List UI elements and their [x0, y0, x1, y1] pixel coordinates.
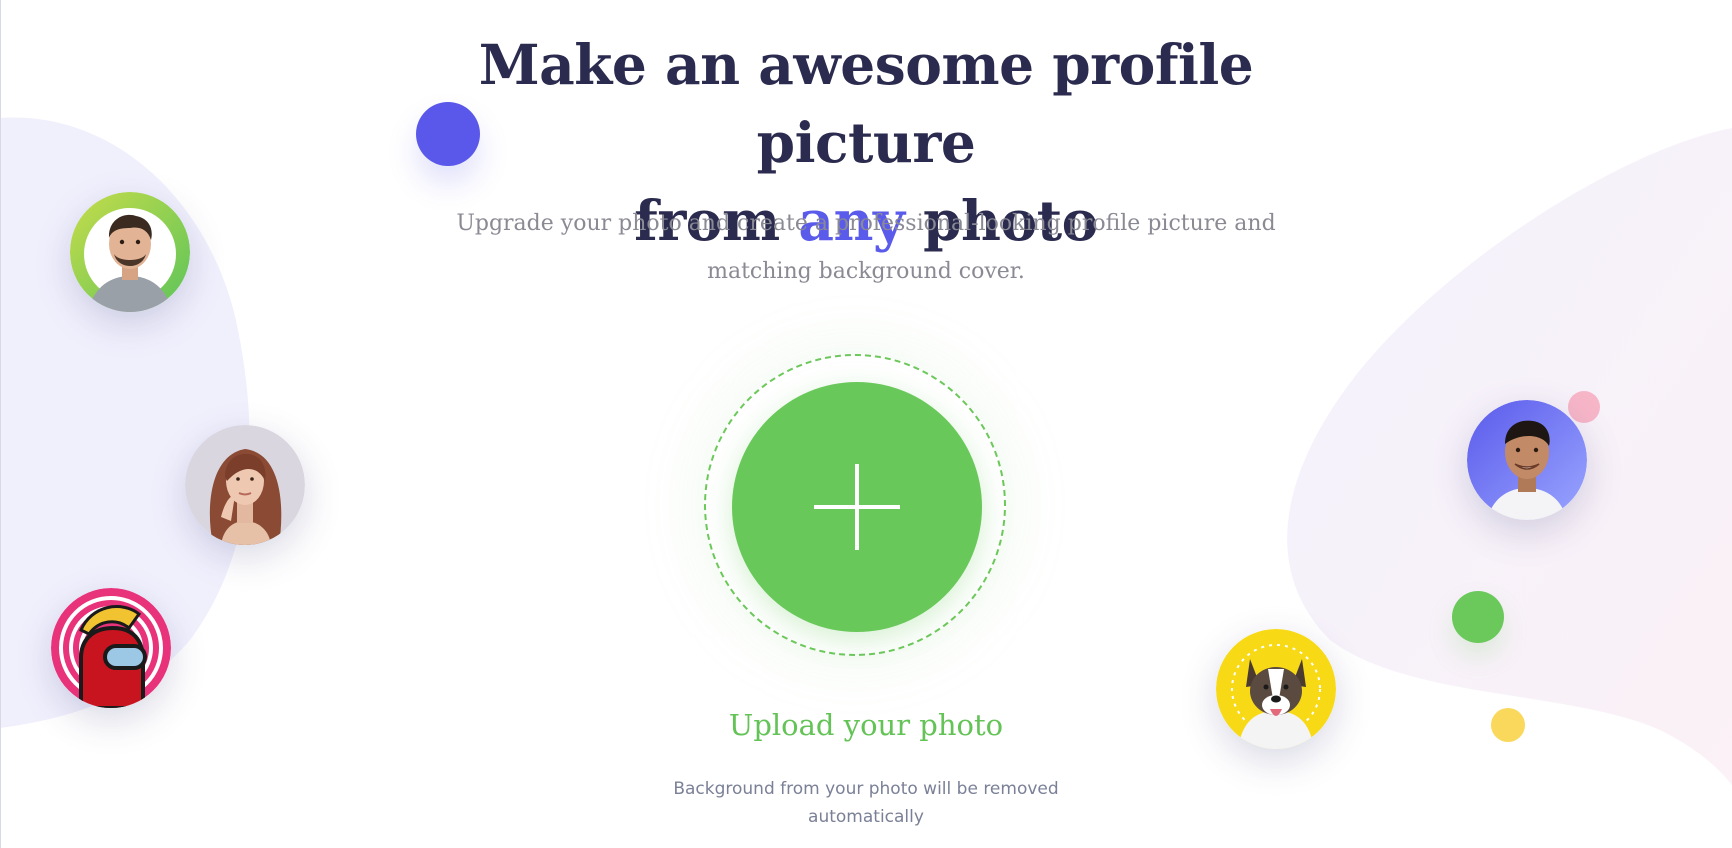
- page-subtitle: Upgrade your photo and create a professi…: [456, 211, 1276, 284]
- upload-title[interactable]: Upload your photo: [666, 708, 1066, 742]
- yellow-dot: [1491, 708, 1525, 742]
- game-character-avatar-icon: [51, 588, 171, 708]
- title-line-1: Make an awesome profile picture: [478, 32, 1254, 175]
- woman-avatar-icon: [185, 425, 305, 545]
- pink-dot: [1568, 391, 1600, 423]
- example-avatar-smiling-man: [1467, 400, 1587, 520]
- green-dot: [1452, 591, 1504, 643]
- upload-photo-button[interactable]: [732, 382, 982, 632]
- example-avatar-dog: [1216, 629, 1336, 749]
- upload-note: Background from your photo will be remov…: [673, 779, 1059, 827]
- example-avatar-woman: [185, 425, 305, 545]
- man-avatar-icon: [70, 192, 190, 312]
- page-left-border: [0, 0, 1, 848]
- example-avatar-man: [70, 192, 190, 312]
- plus-icon: [814, 464, 900, 550]
- dog-avatar-icon: [1216, 629, 1336, 749]
- left-background-blob: [0, 117, 250, 729]
- smiling-man-avatar-icon: [1467, 400, 1587, 520]
- example-avatar-game-character: [51, 588, 171, 708]
